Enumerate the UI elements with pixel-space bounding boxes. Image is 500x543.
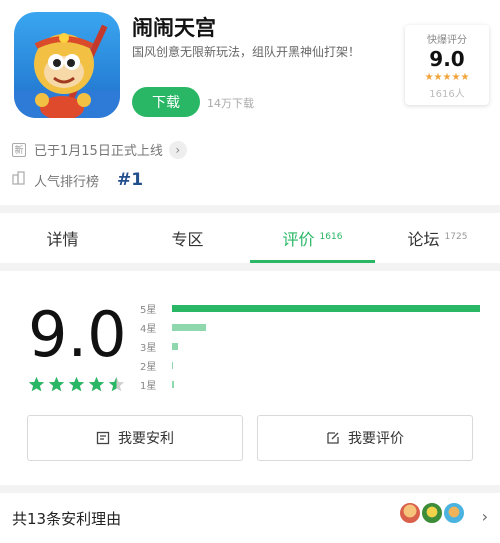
score-card[interactable]: 快爆评分 9.0 ★★★★★ 1616人 <box>405 25 489 105</box>
score-card-label: 快爆评分 <box>427 35 467 46</box>
rating-score: 9.0 <box>28 298 127 371</box>
rating-bar-label: 1星 <box>140 381 157 392</box>
write-review-label: 我要评价 <box>348 431 404 447</box>
rating-bar-track <box>172 324 480 331</box>
recommend-label: 我要安利 <box>118 431 174 447</box>
tab-bar: 详情 专区 评价 1616 论坛 1725 <box>0 213 500 263</box>
rank-label: 人气排行榜 <box>34 174 100 190</box>
rank-value: #1 <box>117 170 144 190</box>
star-icon <box>68 376 85 392</box>
rating-bar-fill <box>172 343 179 350</box>
launch-text: 已于1月15日正式上线 <box>34 144 163 159</box>
rating-bar-label: 2星 <box>140 362 157 373</box>
rating-stars <box>28 376 128 393</box>
recommend-reasons-row[interactable]: 共13条安利理由 › <box>0 493 500 543</box>
rating-bar-row: 1星 <box>140 375 480 394</box>
rating-bar-row: 3星 <box>140 337 480 356</box>
app-header: 闹闹天宫 国风创意无限新玩法，组队开黑神仙打架！ 下载 14万下载 快爆评分 9… <box>0 0 500 205</box>
tab-details[interactable]: 详情 <box>0 213 125 263</box>
avatar <box>420 501 444 525</box>
star-icon <box>28 376 45 392</box>
rating-bar-label: 3星 <box>140 343 157 354</box>
rating-bar-track <box>172 305 480 312</box>
app-slogan: 国风创意无限新玩法，组队开黑神仙打架！ <box>132 45 361 59</box>
score-card-stars: ★★★★★ <box>424 72 470 83</box>
recommend-icon <box>96 431 110 445</box>
tab-reviews[interactable]: 评价 1616 <box>250 213 375 263</box>
rating-distribution: 5星 4星 3星 2星 1星 <box>140 299 480 394</box>
chevron-right-icon: › <box>168 140 187 159</box>
tab-count: 1616 <box>319 232 343 242</box>
score-card-value: 9.0 <box>429 47 465 71</box>
app-icon[interactable] <box>14 12 120 118</box>
rating-bar-fill <box>172 305 480 312</box>
rating-bar-track <box>172 381 480 388</box>
tab-count: 1725 <box>444 232 468 242</box>
rating-bar-fill <box>172 324 206 331</box>
tab-forum[interactable]: 论坛 1725 <box>375 213 500 263</box>
rating-bar-track <box>172 362 480 369</box>
download-button[interactable]: 下载 <box>132 87 200 117</box>
star-icon <box>88 376 105 392</box>
rank-info[interactable]: 人气排行榜 #1 <box>12 170 143 190</box>
new-badge-icon: 新 <box>12 142 26 157</box>
star-icon <box>108 376 125 392</box>
download-count: 14万下载 <box>207 97 254 110</box>
app-title: 闹闹天宫 <box>132 16 216 40</box>
rating-bar-row: 5星 <box>140 299 480 318</box>
rating-bar-row: 4星 <box>140 318 480 337</box>
rating-bar-track <box>172 343 480 350</box>
rating-bar-fill <box>172 362 174 369</box>
building-icon <box>12 171 26 189</box>
tab-label: 专区 <box>171 230 204 249</box>
rating-bar-label: 4星 <box>140 324 157 335</box>
edit-icon <box>327 432 339 444</box>
avatar <box>398 501 422 525</box>
tab-label: 评价 <box>282 230 315 249</box>
section-divider <box>0 485 500 493</box>
section-divider <box>0 263 500 271</box>
tab-label: 详情 <box>46 230 79 249</box>
rating-bar-row: 2星 <box>140 356 480 375</box>
rating-bar-fill <box>172 381 174 388</box>
tab-zone[interactable]: 专区 <box>125 213 250 263</box>
score-card-count: 1616人 <box>429 89 465 100</box>
launch-info[interactable]: 新 已于1月15日正式上线 › <box>12 140 187 159</box>
avatar <box>442 501 466 525</box>
rating-bar-label: 5星 <box>140 305 157 316</box>
recommend-reasons-text: 共13条安利理由 <box>12 509 122 528</box>
section-divider <box>0 205 500 213</box>
tab-label: 论坛 <box>407 230 440 249</box>
recommend-button[interactable]: 我要安利 <box>27 415 243 461</box>
write-review-button[interactable]: 我要评价 <box>257 415 473 461</box>
chevron-right-icon: › <box>481 507 488 526</box>
avatar-group <box>398 501 466 525</box>
star-icon <box>48 376 65 392</box>
